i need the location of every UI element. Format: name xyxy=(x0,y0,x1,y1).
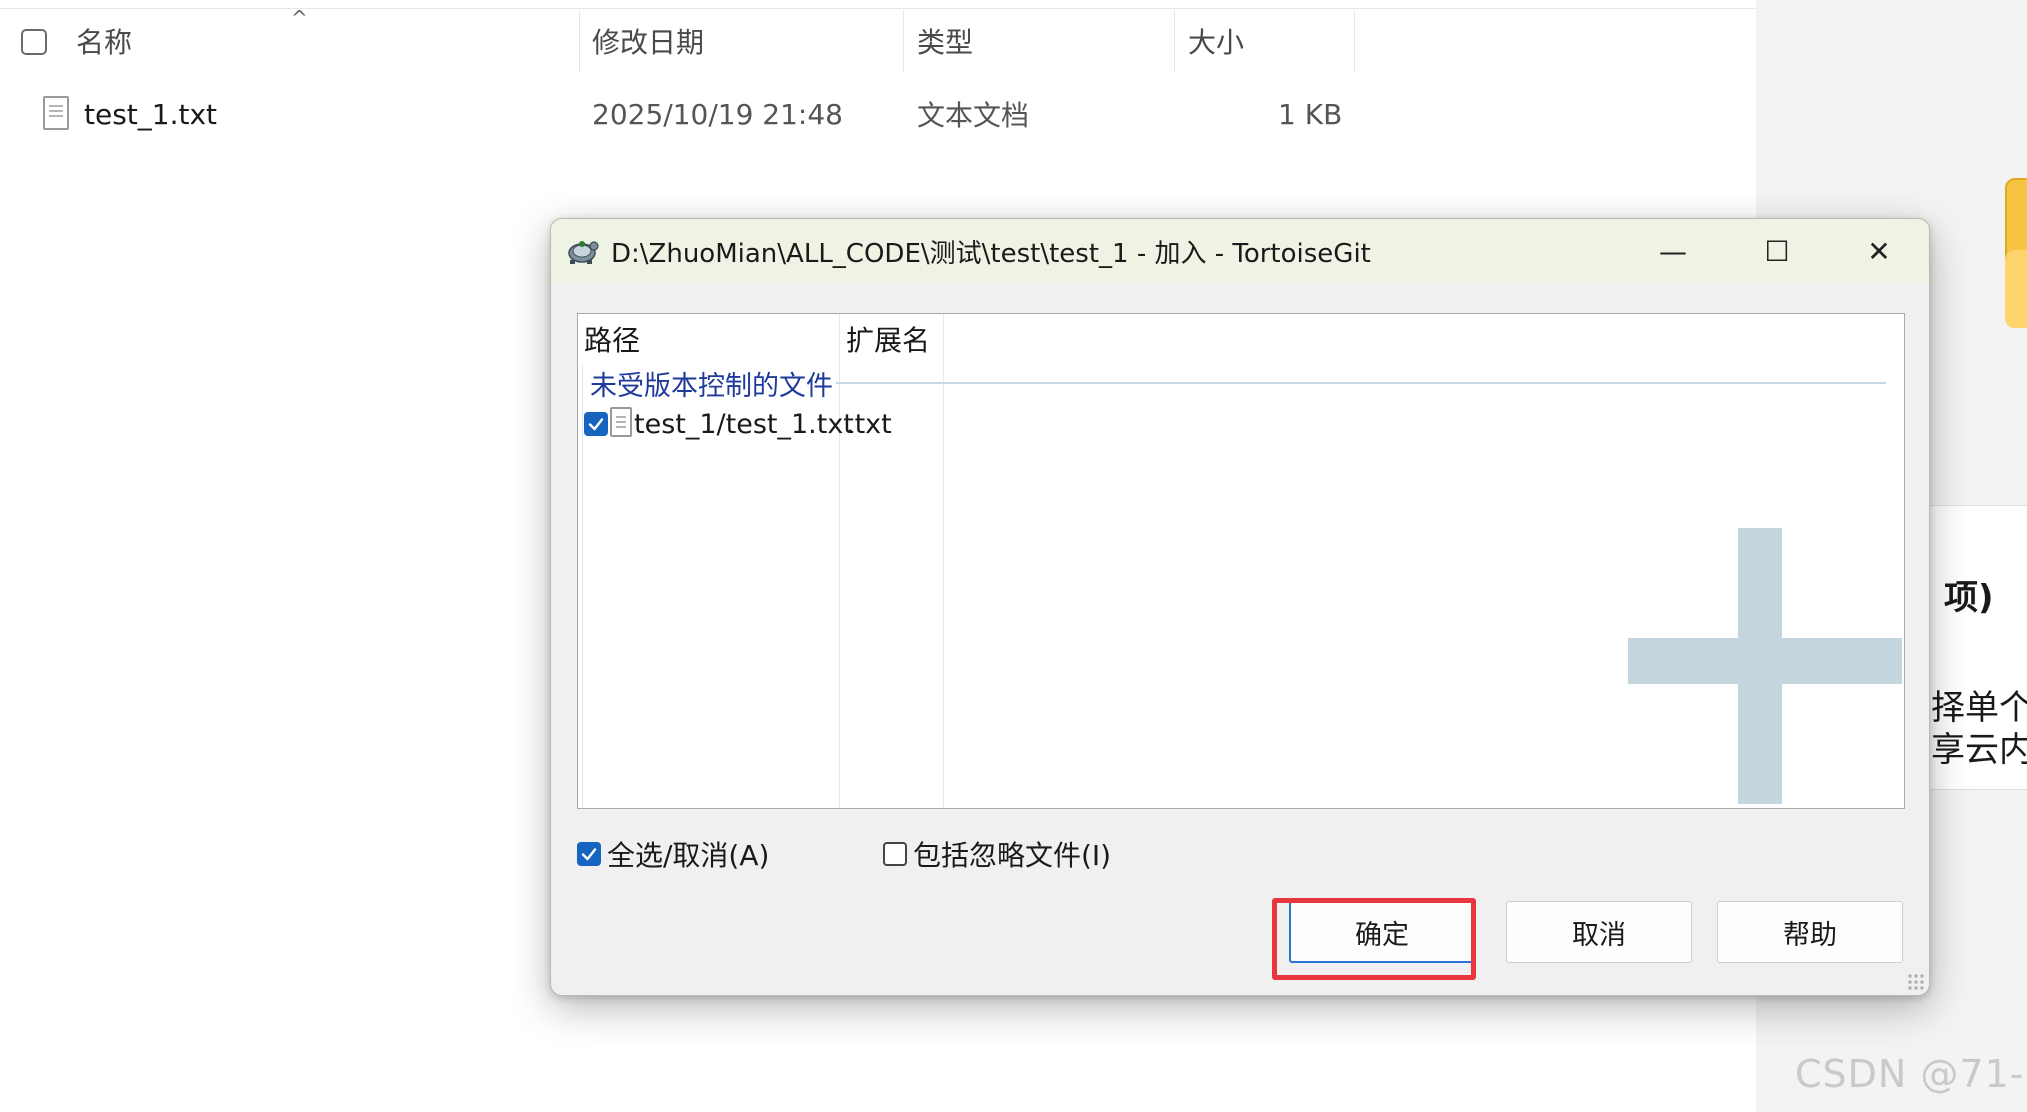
resize-grip-icon[interactable] xyxy=(1907,973,1925,991)
file-name: test_1.txt xyxy=(84,97,218,131)
list-column-separator[interactable] xyxy=(839,314,840,808)
group-unversioned-files[interactable]: 未受版本控制的文件 xyxy=(590,364,833,402)
file-list[interactable]: 路径 扩展名 未受版本控制的文件 test_1/test_1.txt .txt xyxy=(577,313,1905,809)
item-extension: .txt xyxy=(846,408,892,440)
column-header-size[interactable]: 大小 xyxy=(1188,10,1244,72)
explorer-divider xyxy=(0,8,1756,9)
ok-button-highlight-annotation xyxy=(1272,898,1476,980)
help-button[interactable]: 帮助 xyxy=(1717,901,1903,963)
add-overlay-icon-bar xyxy=(1628,638,1902,684)
folder-front-icon xyxy=(2005,250,2027,328)
column-separator[interactable] xyxy=(1174,10,1175,72)
file-type: 文本文档 xyxy=(917,99,1030,132)
column-header-name[interactable]: 名称 xyxy=(76,10,132,72)
group-divider xyxy=(836,382,1886,384)
select-all-files-checkbox[interactable] xyxy=(21,29,47,55)
details-line: 享云内 xyxy=(1931,730,2027,770)
file-row[interactable]: test_1.txt 2025/10/19 21:48 文本文档 1 KB xyxy=(0,82,1360,146)
watermark: CSDN @71-3 xyxy=(1795,1052,2027,1096)
dialog-title: D:\ZhuoMian\ALL_CODE\测试\test\test_1 - 加入… xyxy=(611,238,1371,269)
item-checkbox[interactable] xyxy=(584,412,608,436)
item-path: test_1/test_1.txt xyxy=(634,408,854,440)
column-header-modified[interactable]: 修改日期 xyxy=(592,10,704,72)
title-bar[interactable]: D:\ZhuoMian\ALL_CODE\测试\test\test_1 - 加入… xyxy=(551,219,1929,283)
close-icon: ✕ xyxy=(1867,234,1891,268)
list-column-extension[interactable]: 扩展名 xyxy=(840,314,930,364)
text-file-icon xyxy=(610,407,632,437)
column-separator[interactable] xyxy=(579,10,580,72)
maximize-button[interactable]: ☐ xyxy=(1725,219,1829,283)
list-column-path[interactable]: 路径 xyxy=(578,314,640,364)
checkmark-icon xyxy=(581,848,597,861)
include-ignored-option[interactable]: 包括忽略文件(I) xyxy=(883,831,1111,877)
checkmark-icon xyxy=(588,418,604,431)
select-all-checkbox[interactable] xyxy=(577,842,601,866)
file-modified: 2025/10/19 21:48 xyxy=(592,97,843,131)
text-file-icon xyxy=(43,96,69,130)
include-ignored-label: 包括忽略文件(I) xyxy=(913,839,1112,872)
maximize-icon: ☐ xyxy=(1764,234,1790,268)
column-header-type[interactable]: 类型 xyxy=(917,10,973,72)
column-separator[interactable] xyxy=(1354,10,1355,72)
minimize-icon: — xyxy=(1659,234,1687,268)
list-item[interactable]: test_1/test_1.txt .txt xyxy=(578,402,1904,446)
list-column-separator[interactable] xyxy=(943,314,944,808)
file-size: 1 KB xyxy=(1278,97,1343,131)
include-ignored-checkbox[interactable] xyxy=(883,842,907,866)
cancel-button[interactable]: 取消 xyxy=(1506,901,1692,963)
details-heading: 项) xyxy=(1944,578,1994,618)
close-button[interactable]: ✕ xyxy=(1827,219,1929,283)
tortoisegit-add-dialog: D:\ZhuoMian\ALL_CODE\测试\test\test_1 - 加入… xyxy=(550,218,1930,996)
sort-ascending-icon: ^ xyxy=(291,6,308,30)
select-all-option[interactable]: 全选/取消(A) xyxy=(577,831,769,877)
select-all-label: 全选/取消(A) xyxy=(607,839,770,872)
tortoisegit-icon xyxy=(568,241,599,264)
minimize-button[interactable]: — xyxy=(1621,219,1725,283)
column-separator[interactable] xyxy=(903,10,904,72)
